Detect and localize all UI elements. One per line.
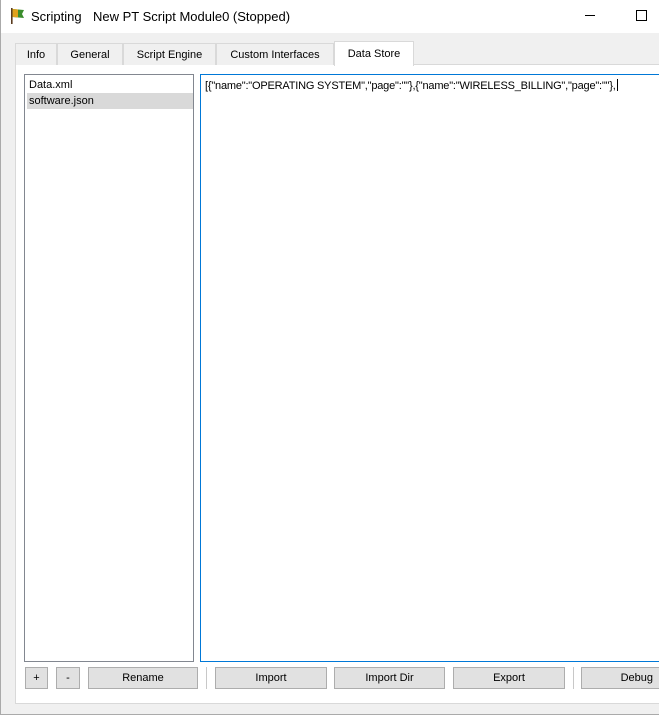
- tab-data-store[interactable]: Data Store: [334, 41, 414, 66]
- packet-tracer-app-icon: [9, 7, 27, 25]
- import-button[interactable]: Import: [215, 667, 327, 689]
- text-caret: [616, 79, 618, 91]
- add-file-button[interactable]: +: [25, 667, 48, 689]
- data-editor[interactable]: [{"name":"OPERATING SYSTEM","page":""},{…: [200, 74, 659, 662]
- tab-script-engine[interactable]: Script Engine: [123, 43, 216, 65]
- maximize-icon: [635, 9, 647, 24]
- remove-file-button[interactable]: -: [56, 667, 80, 689]
- maximize-button[interactable]: [618, 0, 659, 33]
- export-button[interactable]: Export: [453, 667, 565, 689]
- file-list[interactable]: Data.xml software.json: [24, 74, 194, 662]
- tab-general[interactable]: General: [57, 43, 123, 65]
- editor-text: [{"name":"OPERATING SYSTEM","page":""},{…: [205, 80, 616, 92]
- rename-button[interactable]: Rename: [88, 667, 198, 689]
- toolbar-separator: [573, 667, 574, 689]
- file-item-software-json[interactable]: software.json: [27, 93, 193, 109]
- app-name: Scripting: [31, 9, 82, 24]
- window-title: New PT Script Module0 (Stopped): [93, 9, 291, 24]
- scripting-window: Scripting New PT Script Module0 (Stopped…: [0, 0, 659, 715]
- import-dir-button[interactable]: Import Dir: [334, 667, 445, 689]
- minimize-button[interactable]: [567, 0, 613, 33]
- minimize-icon: [584, 10, 596, 24]
- tab-custom-interfaces[interactable]: Custom Interfaces: [216, 43, 334, 65]
- title-bar[interactable]: Scripting New PT Script Module0 (Stopped…: [1, 0, 659, 33]
- tab-info[interactable]: Info: [15, 43, 57, 65]
- file-item-data-xml[interactable]: Data.xml: [27, 77, 193, 93]
- tab-strip: Info General Script Engine Custom Interf…: [15, 41, 659, 66]
- debug-button[interactable]: Debug: [581, 667, 659, 689]
- toolbar-separator: [206, 667, 207, 689]
- editor-content[interactable]: [{"name":"OPERATING SYSTEM","page":""},{…: [205, 79, 618, 92]
